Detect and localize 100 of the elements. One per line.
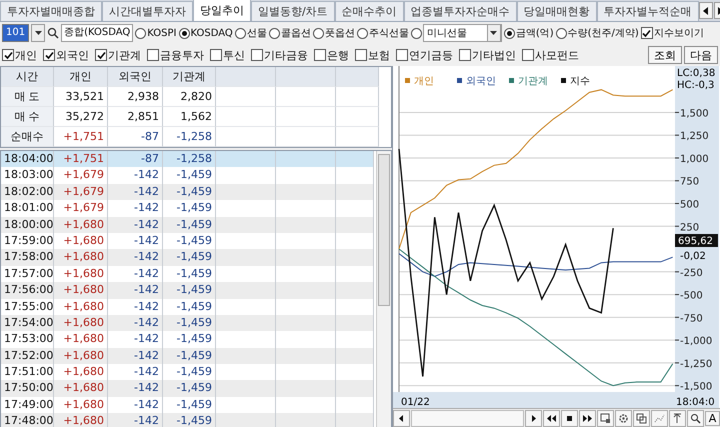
time-cell[interactable]: 18:02:00 [1, 184, 54, 200]
checkbox[interactable] [459, 49, 471, 61]
checkbox-label: 사모펀드 [535, 48, 579, 62]
fast-forward-icon[interactable] [579, 410, 596, 427]
window-icon[interactable] [633, 410, 650, 427]
radio-label: 주식선물 [368, 27, 409, 40]
checkbox[interactable] [314, 49, 326, 61]
cursor-icon[interactable] [669, 410, 686, 427]
table-cell: -87 [108, 127, 163, 147]
checkbox[interactable] [147, 49, 159, 61]
rewind-icon[interactable] [543, 410, 560, 427]
scrollbar[interactable] [411, 410, 524, 427]
y-tick-label: -750 [680, 313, 703, 324]
checkbox-label: 지수보이기 [654, 27, 704, 40]
checkbox[interactable] [210, 49, 222, 61]
checkbox-label: 보험 [368, 48, 390, 62]
code-field[interactable]: 101 [2, 24, 30, 42]
checkbox[interactable] [95, 49, 107, 61]
scrollbar[interactable] [376, 151, 391, 427]
table-cell: +1,680 [54, 249, 108, 266]
column-header: 외국인 [108, 67, 163, 87]
checkbox[interactable] [355, 49, 367, 61]
y-tick: -250 [674, 268, 703, 279]
checkbox-label: 은행 [327, 48, 349, 62]
play-icon[interactable] [525, 410, 542, 427]
axis-label: LC:0,38 [677, 68, 716, 79]
checkbox-label: 외국인 [56, 48, 89, 62]
action-button[interactable]: 조회 [648, 46, 682, 64]
checkbox[interactable] [396, 49, 408, 61]
table-cell: 33,521 [54, 87, 108, 107]
scroll-left-icon[interactable] [698, 2, 713, 19]
table-cell: -1,459 [163, 184, 216, 200]
table-cell: -142 [108, 282, 163, 299]
radio-button[interactable] [312, 28, 324, 38]
table-cell: -1,459 [163, 413, 216, 427]
radio-button[interactable] [135, 28, 146, 38]
y-tick-label: 1,500 [680, 108, 709, 120]
radio-button[interactable] [234, 28, 246, 38]
tab[interactable]: 일별동향/차트 [251, 1, 335, 21]
time-cell[interactable]: 18:04:00 [1, 151, 54, 168]
time-cell[interactable]: 17:52:00 [1, 348, 54, 364]
radio-label: 수량(천주/계약) [568, 27, 639, 40]
radio-label: 금액(억) [516, 27, 554, 40]
time-cell[interactable]: 18:00:00 [1, 216, 54, 233]
tab[interactable]: 업종별투자자순매수 [404, 1, 517, 21]
settings-icon[interactable] [615, 410, 632, 427]
legend-label: 외국인 [466, 76, 496, 87]
window-icon[interactable] [597, 410, 614, 427]
y-tick: -1,250 [674, 358, 712, 370]
dropdown-icon[interactable] [490, 31, 498, 35]
scroll-left-icon[interactable] [393, 410, 410, 427]
y-tick: -750 [674, 313, 703, 324]
radio-button[interactable] [178, 28, 190, 38]
market-select[interactable]: 미니선물 [422, 24, 502, 42]
tab[interactable]: 투자자별매매종합 [0, 1, 102, 21]
table-cell: -1,459 [163, 380, 216, 397]
stop-icon[interactable] [561, 410, 578, 427]
tab[interactable]: 시간대별투자자 [102, 1, 193, 21]
empty-cell [276, 127, 336, 147]
font-button[interactable]: A [705, 411, 720, 426]
radio-button[interactable] [410, 28, 422, 38]
checkbox[interactable] [2, 49, 14, 61]
time-cell[interactable]: 17:56:00 [1, 282, 54, 299]
table-cell: 35,272 [54, 107, 108, 127]
radio-button[interactable] [556, 28, 567, 38]
checkbox[interactable] [43, 49, 55, 61]
table-cell: -1,459 [163, 314, 216, 332]
tab[interactable]: 투자자별누적순매 [596, 1, 699, 21]
zoom-icon[interactable] [687, 410, 704, 427]
search-icon[interactable] [47, 27, 60, 39]
checkbox[interactable] [640, 27, 653, 39]
table-cell: +1,679 [54, 184, 108, 200]
radio-button[interactable] [356, 28, 368, 38]
time-cell[interactable]: 17:58:00 [1, 249, 54, 266]
tab[interactable]: 당일매매현황 [516, 1, 597, 21]
row-label: 매 도 [1, 87, 54, 107]
time-cell[interactable]: 17:54:00 [1, 314, 54, 332]
y-tick: 250 [674, 222, 700, 234]
radio-button[interactable] [268, 28, 280, 38]
checkbox-label: 기타법인 [472, 48, 516, 62]
table-cell: -1,459 [163, 216, 216, 233]
table-cell: +1,751 [54, 151, 108, 168]
time-cell[interactable]: 17:48:00 [1, 413, 54, 427]
radio-button[interactable] [504, 28, 515, 38]
dropdown-icon[interactable] [31, 24, 46, 42]
empty-cell [216, 127, 276, 147]
radio-label: KOSDAQ [190, 28, 233, 38]
y-tick: 1,250 [674, 131, 709, 142]
time-cell[interactable]: 17:50:00 [1, 380, 54, 397]
legend-label: 지수 [570, 76, 590, 87]
tab[interactable]: 당일추이 [193, 0, 251, 21]
radio-label: KOSPI [147, 28, 177, 38]
table-cell: +1,680 [54, 282, 108, 299]
y-tick-label: -500 [680, 290, 703, 302]
checkbox[interactable] [251, 49, 263, 61]
tab[interactable]: 순매수추이 [334, 1, 404, 21]
checkbox[interactable] [522, 49, 534, 61]
table-cell: -1,459 [163, 249, 216, 266]
action-button[interactable]: 다음 [684, 46, 718, 64]
value-tag: 695,62 [675, 234, 718, 247]
